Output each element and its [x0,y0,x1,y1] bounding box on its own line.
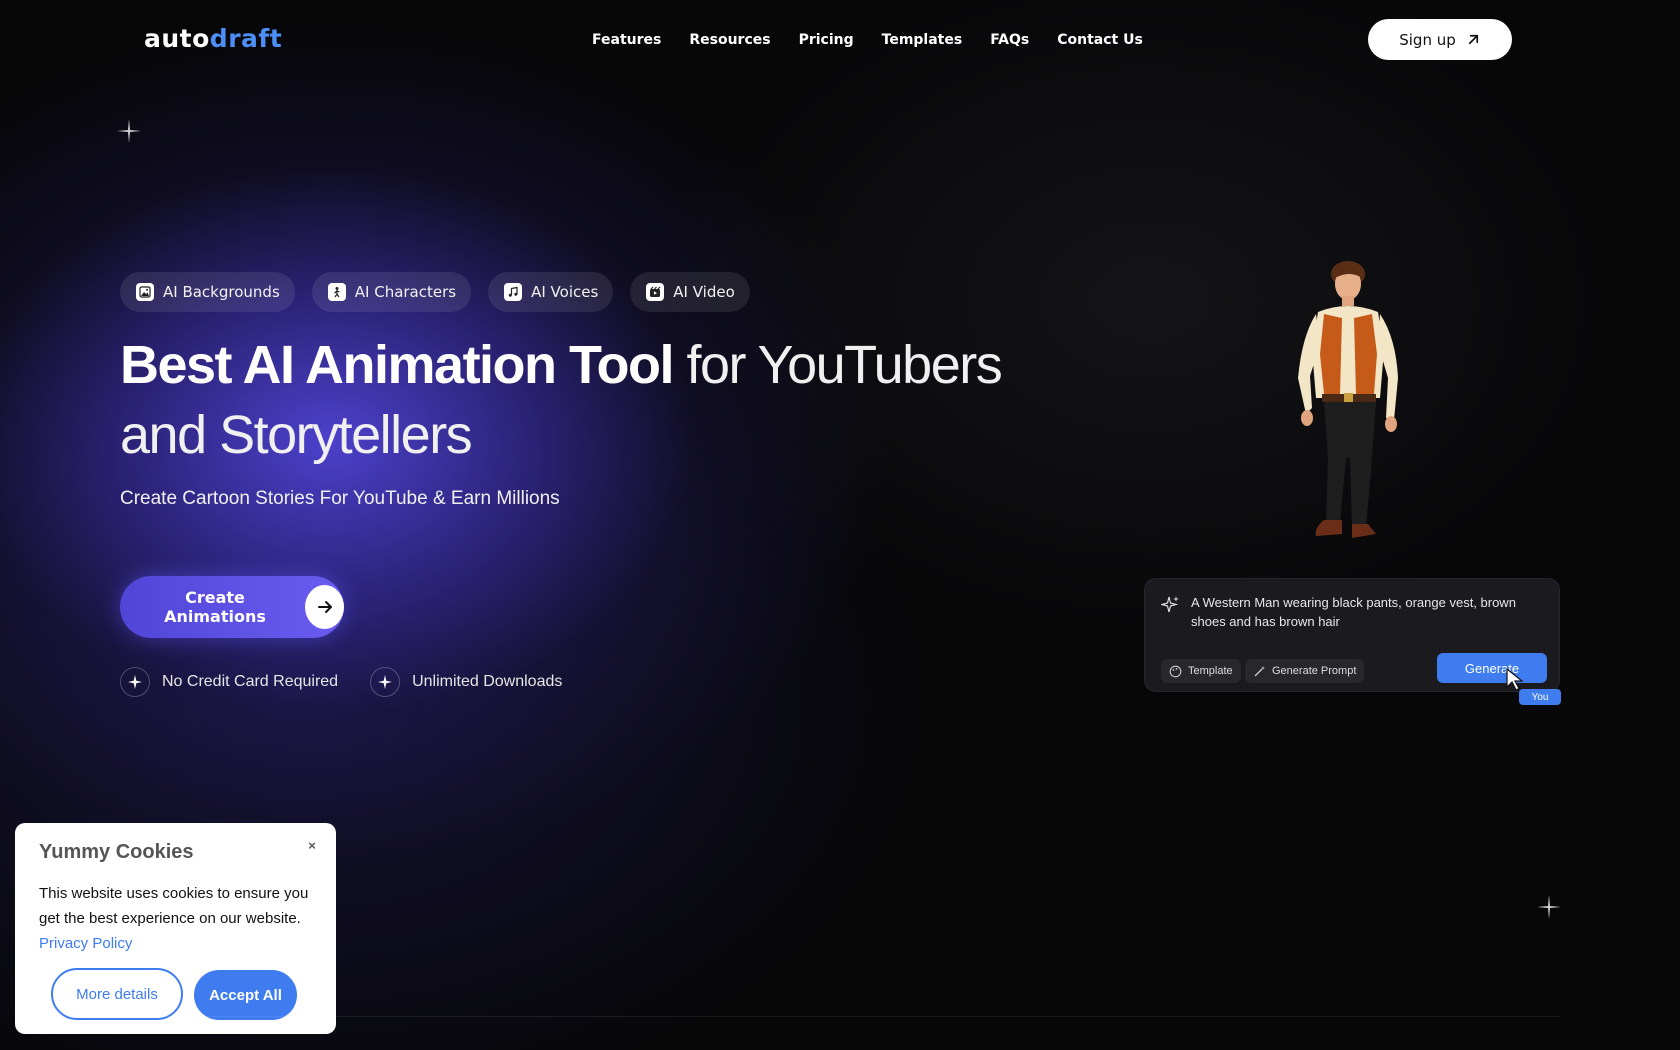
arrow-right-icon [305,585,344,629]
tag-label: AI Characters [354,283,457,301]
arrow-up-right-icon [1468,34,1478,45]
prompt-text[interactable]: A Western Man wearing black pants, orang… [1191,593,1521,631]
you-badge: You [1519,689,1561,705]
headline-bold: Best AI Animation Tool [120,335,674,395]
video-icon [646,283,665,301]
sparkle-icon [117,119,141,143]
logo-text-draft: draft [209,24,283,53]
generate-prompt-label: Generate Prompt [1272,665,1357,677]
nav-faqs[interactable]: FAQs [990,32,1029,48]
cookie-text: This website uses cookies to ensure you … [39,885,309,927]
cta-label: Create Animations [164,588,266,626]
prompt-card: A Western Man wearing black pants, orang… [1144,578,1561,705]
music-icon [504,283,523,301]
privacy-policy-link[interactable]: Privacy Policy [39,935,132,952]
cartoon-character-image [1298,261,1398,538]
cookie-banner: Yummy Cookies × This website uses cookie… [15,823,336,1034]
feature-no-credit-card: No Credit Card Required [120,667,338,697]
tag-ai-backgrounds[interactable]: AI Backgrounds [120,272,295,312]
nav-contact-us[interactable]: Contact Us [1057,32,1143,48]
cookie-body: This website uses cookies to ensure you … [39,881,309,956]
close-icon[interactable]: × [304,837,320,853]
main-nav: Features Resources Pricing Templates FAQ… [592,32,1143,48]
cursor-icon [1506,667,1524,691]
logo-text-auto: auto [144,24,210,53]
nav-pricing[interactable]: Pricing [799,32,854,48]
feature-label: No Credit Card Required [162,673,339,690]
tag-label: AI Video [673,283,735,301]
logo[interactable]: autodraft [144,24,282,53]
sparkle-icon [370,667,401,697]
section-divider [120,1016,1560,1017]
hero-features: No Credit Card Required Unlimited Downlo… [120,667,562,697]
tag-ai-video[interactable]: AI Video [630,272,750,312]
sparkle-icon [1537,895,1561,919]
template-chip[interactable]: Template [1161,659,1241,683]
tag-label: AI Backgrounds [163,283,280,301]
template-label: Template [1188,665,1233,677]
nav-templates[interactable]: Templates [882,32,963,48]
hero-headline: Best AI Animation Tool for YouTubers and… [120,330,1100,470]
tag-label: AI Voices [531,283,599,301]
palette-icon [1169,665,1182,677]
create-animations-button[interactable]: Create Animations [120,576,344,638]
nav-features[interactable]: Features [592,32,661,48]
sparkle-icon [120,667,150,697]
image-icon [136,283,154,301]
generate-button[interactable]: Generate [1437,653,1547,683]
feature-label: Unlimited Downloads [412,673,563,690]
nav-resources[interactable]: Resources [689,32,770,48]
sparkles-icon [1161,596,1179,613]
person-icon [327,283,346,301]
tag-ai-voices[interactable]: AI Voices [488,272,614,312]
accept-all-button[interactable]: Accept All [194,970,297,1020]
magic-wand-icon [1254,665,1265,676]
hero-subheadline: Create Cartoon Stories For YouTube & Ear… [120,488,560,509]
signup-label: Sign up [1399,30,1456,49]
signup-button[interactable]: Sign up [1368,19,1512,60]
tag-ai-characters[interactable]: AI Characters [311,272,472,312]
feature-unlimited-downloads: Unlimited Downloads [370,667,562,697]
cookie-title: Yummy Cookies [39,841,194,863]
more-details-button[interactable]: More details [51,968,183,1020]
feature-tags: AI Backgrounds AI Characters AI Voices A… [120,272,750,312]
generate-prompt-chip[interactable]: Generate Prompt [1245,659,1365,683]
